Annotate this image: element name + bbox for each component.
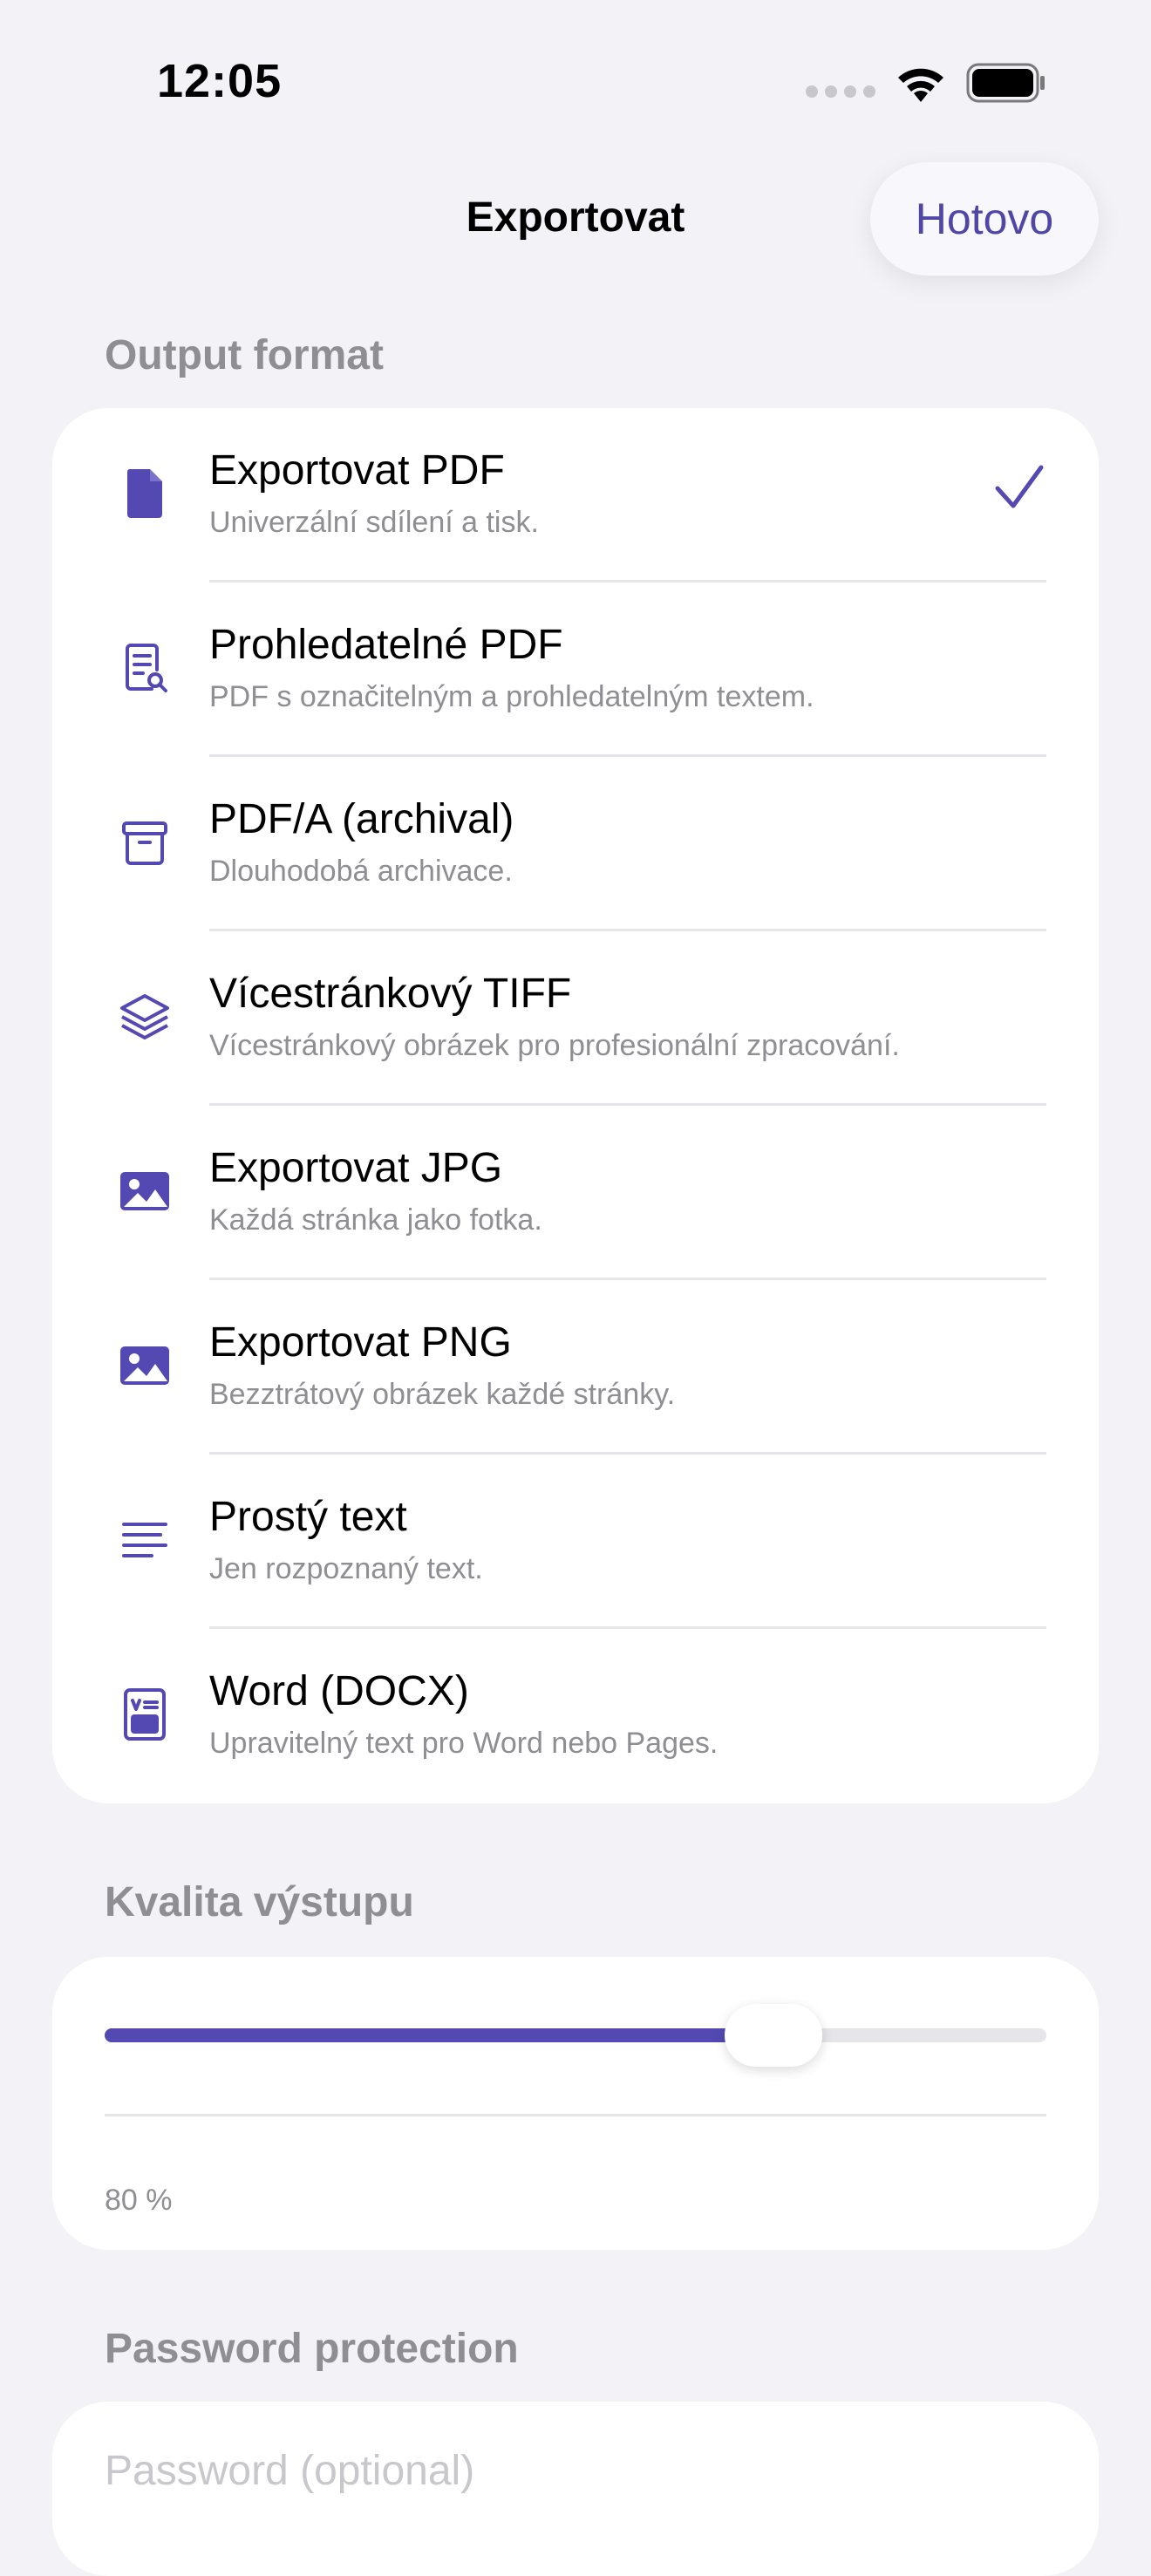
format-option-jpg[interactable]: Exportovat JPG Každá stránka jako fotka. [52, 1106, 1099, 1280]
format-option-tiff[interactable]: Vícestránkový TIFF Vícestránkový obrázek… [52, 931, 1099, 1106]
format-option-searchable-pdf[interactable]: Prohledatelné PDF PDF s označitelným a p… [52, 583, 1099, 757]
done-button[interactable]: Hotovo [870, 162, 1099, 276]
format-title: PDF/A (archival) [209, 796, 514, 842]
section-header-password: Password protection [105, 2326, 519, 2372]
section-header-output-format: Output format [105, 332, 384, 378]
password-input[interactable] [105, 2440, 1046, 2501]
document-icon [115, 464, 174, 523]
format-option-pdfa[interactable]: PDF/A (archival) Dlouhodobá archivace. [52, 757, 1099, 931]
quality-slider-fill [105, 2028, 773, 2042]
format-option-png[interactable]: Exportovat PNG Bezztrátový obrázek každé… [52, 1280, 1099, 1455]
section-header-quality: Kvalita výstupu [105, 1879, 414, 1925]
format-subtitle: Dlouhodobá archivace. [209, 855, 513, 888]
format-title: Exportovat JPG [209, 1145, 503, 1191]
quality-slider-track[interactable] [105, 2028, 1046, 2042]
format-title: Prohledatelné PDF [209, 622, 563, 668]
format-option-docx[interactable]: Word (DOCX) Upravitelný text pro Word ne… [52, 1629, 1099, 1803]
battery-icon [966, 63, 1046, 103]
format-subtitle: Jen rozpoznaný text. [209, 1552, 483, 1585]
navigation-bar: Exportovat Hotovo [0, 157, 1151, 279]
format-subtitle: PDF s označitelným a prohledatelným text… [209, 680, 814, 713]
format-title: Vícestránkový TIFF [209, 971, 572, 1017]
word-document-icon [115, 1685, 174, 1744]
format-title: Exportovat PNG [209, 1319, 512, 1366]
status-icons [806, 63, 1046, 103]
text-lines-icon [115, 1510, 174, 1570]
row-separator [105, 2114, 1046, 2116]
output-format-list: Exportovat PDF Univerzální sdílení a tis… [52, 408, 1099, 1803]
format-subtitle: Upravitelný text pro Word nebo Pages. [209, 1727, 719, 1760]
document-search-icon [115, 638, 174, 698]
format-title: Word (DOCX) [209, 1668, 469, 1714]
format-option-plain-text[interactable]: Prostý text Jen rozpoznaný text. [52, 1455, 1099, 1629]
status-time: 12:05 [157, 55, 283, 107]
format-subtitle: Bezztrátový obrázek každé stránky. [209, 1378, 676, 1411]
quality-value-label: 80 % [105, 2184, 173, 2217]
quality-card: 80 % [52, 1957, 1099, 2250]
archive-box-icon [115, 813, 174, 872]
photo-icon [115, 1162, 174, 1221]
format-subtitle: Každá stránka jako fotka. [209, 1203, 542, 1237]
format-title: Exportovat PDF [209, 447, 505, 494]
status-bar: 12:05 [0, 0, 1151, 166]
checkmark-icon [995, 465, 1044, 508]
cellular-signal-icon [806, 85, 875, 98]
format-subtitle: Univerzální sdílení a tisk. [209, 506, 539, 539]
layers-icon [115, 987, 174, 1046]
quality-slider-thumb[interactable] [724, 2004, 822, 2067]
format-option-pdf[interactable]: Exportovat PDF Univerzální sdílení a tis… [52, 408, 1099, 583]
photo-icon [115, 1336, 174, 1395]
wifi-icon [895, 64, 947, 102]
format-subtitle: Vícestránkový obrázek pro profesionální … [209, 1029, 900, 1062]
format-title: Prostý text [209, 1494, 407, 1540]
password-card [52, 2402, 1099, 2576]
